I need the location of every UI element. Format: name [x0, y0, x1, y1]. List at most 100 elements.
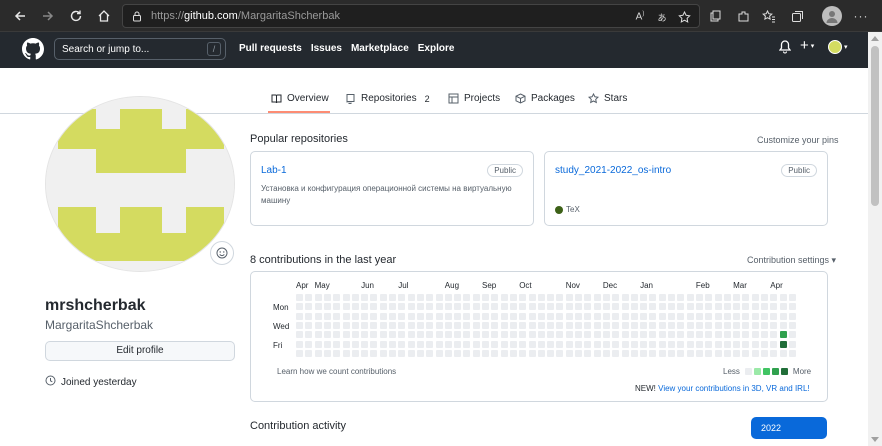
contribution-day-cell[interactable] [751, 340, 759, 348]
contribution-day-cell[interactable] [416, 294, 424, 301]
contribution-day-cell[interactable] [612, 312, 620, 320]
contribution-day-cell[interactable] [351, 331, 359, 339]
page-scrollbar[interactable] [868, 32, 882, 446]
contribution-day-cell[interactable] [695, 340, 703, 348]
contribution-day-cell[interactable] [621, 331, 629, 339]
extensions-icon[interactable] [734, 7, 752, 25]
contribution-day-cell[interactable] [584, 294, 592, 301]
contribution-day-cell[interactable] [761, 303, 768, 311]
contribution-day-cell[interactable] [723, 321, 731, 329]
contribution-day-cell[interactable] [370, 303, 378, 311]
contribution-day-cell[interactable] [705, 294, 713, 301]
contribution-day-cell[interactable] [500, 303, 508, 311]
contribution-day-cell[interactable] [779, 294, 787, 301]
contribution-day-cell[interactable] [491, 321, 499, 329]
contribution-day-cell[interactable] [686, 294, 694, 301]
contribution-day-cell[interactable] [751, 349, 759, 357]
contribution-day-cell[interactable] [686, 331, 694, 339]
contribution-day-cell[interactable] [500, 294, 508, 301]
contribution-day-cell[interactable] [482, 294, 489, 301]
contribution-day-cell[interactable] [537, 303, 545, 311]
contribution-day-cell[interactable] [565, 294, 573, 301]
contribution-day-cell[interactable] [472, 340, 480, 348]
contribution-day-cell[interactable] [602, 312, 610, 320]
contribution-day-cell[interactable] [668, 349, 675, 357]
refresh-icon[interactable] [66, 6, 86, 26]
home-icon[interactable] [94, 6, 114, 26]
contribution-day-cell[interactable] [463, 349, 471, 357]
contribution-day-cell[interactable] [342, 340, 350, 348]
contribution-day-cell[interactable] [761, 321, 768, 329]
contribution-day-cell[interactable] [314, 349, 322, 357]
contribution-day-cell[interactable] [435, 294, 443, 301]
contribution-day-cell[interactable] [575, 340, 582, 348]
add-favorite-icon[interactable] [675, 8, 693, 26]
contribution-day-cell[interactable] [565, 321, 573, 329]
contribution-day-cell[interactable] [593, 340, 601, 348]
contribution-day-cell[interactable] [770, 321, 778, 329]
contribution-day-cell[interactable] [677, 303, 685, 311]
contribution-day-cell[interactable] [612, 303, 620, 311]
nav-explore[interactable]: Explore [418, 43, 455, 54]
contribution-day-cell[interactable] [742, 331, 750, 339]
contribution-day-cell[interactable] [612, 331, 620, 339]
contribution-day-cell[interactable] [407, 349, 415, 357]
edit-profile-button[interactable]: Edit profile [45, 341, 235, 361]
tab-projects[interactable]: Projects [448, 93, 500, 104]
contribution-day-cell[interactable] [593, 349, 601, 357]
contribution-day-cell[interactable] [342, 294, 350, 301]
contribution-day-cell[interactable] [575, 321, 582, 329]
browser-collections-icon[interactable] [788, 7, 806, 25]
contribution-day-cell[interactable] [435, 321, 443, 329]
contribution-day-cell[interactable] [389, 321, 396, 329]
contribution-day-cell[interactable] [323, 303, 331, 311]
contribution-day-cell[interactable] [770, 312, 778, 320]
contribution-day-cell[interactable] [389, 349, 396, 357]
contribution-day-cell[interactable] [361, 331, 369, 339]
contribution-day-cell[interactable] [296, 312, 303, 320]
contribution-day-cell[interactable] [482, 312, 489, 320]
collections-icon[interactable] [706, 7, 724, 25]
contribution-day-cell[interactable] [351, 294, 359, 301]
contribution-day-cell[interactable] [361, 321, 369, 329]
contribution-day-cell[interactable] [305, 303, 313, 311]
contribution-settings-dropdown[interactable]: Contribution settings ▾ [747, 255, 836, 266]
contribution-day-cell[interactable] [305, 349, 313, 357]
contribution-day-cell[interactable] [509, 312, 517, 320]
contribution-day-cell[interactable] [788, 349, 796, 357]
contribution-day-cell[interactable] [491, 349, 499, 357]
contribution-day-cell[interactable] [705, 340, 713, 348]
contribution-day-cell[interactable] [379, 303, 387, 311]
contribution-day-cell[interactable] [537, 340, 545, 348]
contribution-day-cell[interactable] [333, 340, 341, 348]
contribution-day-cell[interactable] [500, 331, 508, 339]
contribution-day-cell[interactable] [351, 340, 359, 348]
contribution-day-cell[interactable] [788, 303, 796, 311]
contribution-day-cell[interactable] [333, 331, 341, 339]
contribution-day-cell[interactable] [361, 349, 369, 357]
contribution-day-cell[interactable] [444, 321, 452, 329]
more-options-icon[interactable]: ··· [852, 7, 870, 25]
contribution-day-cell[interactable] [686, 312, 694, 320]
contribution-day-cell[interactable] [454, 331, 462, 339]
contribution-day-cell[interactable] [584, 321, 592, 329]
contribution-day-cell[interactable] [733, 331, 741, 339]
contribution-day-cell[interactable] [454, 349, 462, 357]
contribution-day-cell[interactable] [463, 294, 471, 301]
contribution-day-cell[interactable] [770, 349, 778, 357]
contribution-day-cell[interactable] [370, 331, 378, 339]
contribution-day-cell[interactable] [528, 340, 536, 348]
contribution-day-cell[interactable] [649, 312, 657, 320]
contribution-day-cell[interactable] [482, 303, 489, 311]
contribution-day-cell[interactable] [658, 303, 666, 311]
contribution-day-cell[interactable] [630, 349, 638, 357]
contribution-day-cell[interactable] [379, 349, 387, 357]
contribution-day-cell[interactable] [333, 321, 341, 329]
contribution-day-cell[interactable] [602, 331, 610, 339]
contribution-day-cell[interactable] [658, 321, 666, 329]
read-aloud-icon[interactable]: A) [631, 8, 649, 26]
contribution-day-cell[interactable] [668, 312, 675, 320]
contribution-day-cell[interactable] [742, 340, 750, 348]
contribution-day-cell[interactable] [695, 294, 703, 301]
contribution-day-cell[interactable] [668, 303, 675, 311]
